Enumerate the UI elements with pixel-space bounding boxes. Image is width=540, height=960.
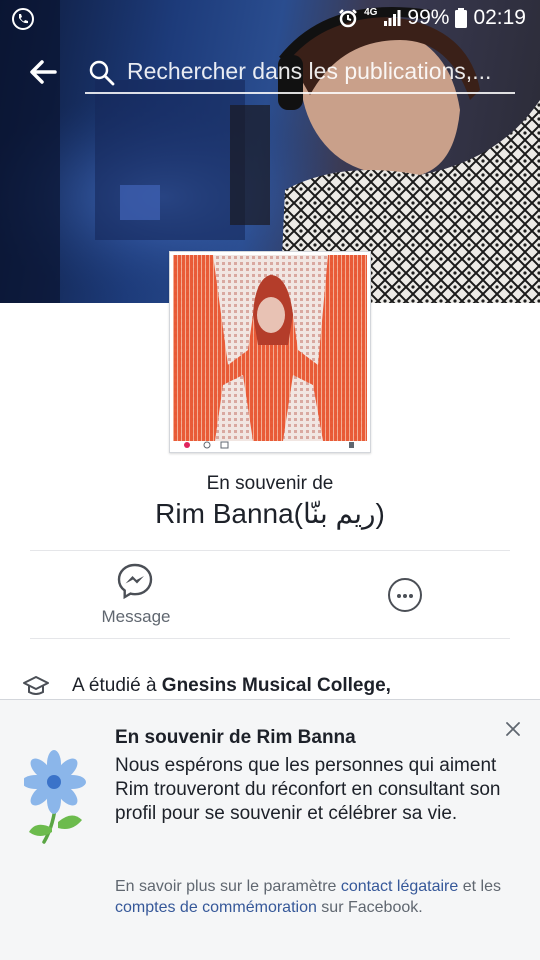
more-dot: [403, 594, 407, 598]
signal-icon: [384, 10, 401, 26]
phone-call-icon: [12, 8, 34, 30]
footer-text: sur Facebook.: [316, 899, 423, 916]
graduation-cap-icon: [23, 676, 49, 695]
footer-text: En savoir plus sur le paramètre: [115, 878, 341, 895]
education-text: A étudié à Gnesins Musical College,: [72, 675, 391, 697]
clock: 02:19: [473, 6, 526, 29]
alarm-icon: [339, 9, 357, 28]
search-input[interactable]: Rechercher dans les publications,...: [127, 58, 515, 85]
memorial-sheet: En souvenir de Rim Banna Nous espérons q…: [0, 699, 540, 960]
messenger-icon: [117, 563, 153, 600]
back-arrow-icon[interactable]: [28, 58, 58, 86]
memorial-accounts-link[interactable]: comptes de commémoration: [115, 899, 317, 916]
profile-screen: 4G 99% 02:19 Rechercher dans les publica…: [0, 0, 540, 960]
message-label: Message: [101, 607, 171, 626]
flower-icon: [24, 750, 86, 844]
education-row[interactable]: A étudié à Gnesins Musical College,: [22, 672, 532, 702]
legacy-contact-link[interactable]: contact légataire: [341, 878, 458, 895]
search-icon: [89, 60, 115, 86]
more-dot: [409, 594, 413, 598]
message-button[interactable]: Message: [88, 560, 184, 630]
close-icon[interactable]: [504, 720, 522, 738]
sheet-title: En souvenir de Rim Banna: [115, 727, 356, 748]
more-dot: [397, 594, 401, 598]
profile-picture[interactable]: [169, 251, 371, 453]
education-school[interactable]: Gnesins Musical College,: [162, 675, 391, 696]
sheet-footer: En savoir plus sur le paramètre contact …: [115, 876, 515, 918]
sheet-body: Nous espérons que les personnes qui aime…: [115, 755, 501, 824]
profile-image: [173, 255, 367, 449]
network-type: 4G: [364, 6, 378, 18]
education-prefix: A étudié à: [72, 675, 162, 696]
search-bar[interactable]: Rechercher dans les publications,...: [85, 54, 515, 94]
profile-name: Rim Banna(ريم بنّا): [155, 498, 385, 529]
memorial-label: En souvenir de: [206, 473, 334, 494]
footer-text: et les: [458, 878, 501, 895]
divider: [30, 638, 510, 639]
battery-icon: [455, 8, 468, 28]
battery-percent: 99%: [407, 6, 450, 29]
divider: [30, 550, 510, 551]
more-options-button[interactable]: [388, 578, 422, 612]
status-bar: 4G 99% 02:19: [0, 0, 540, 36]
